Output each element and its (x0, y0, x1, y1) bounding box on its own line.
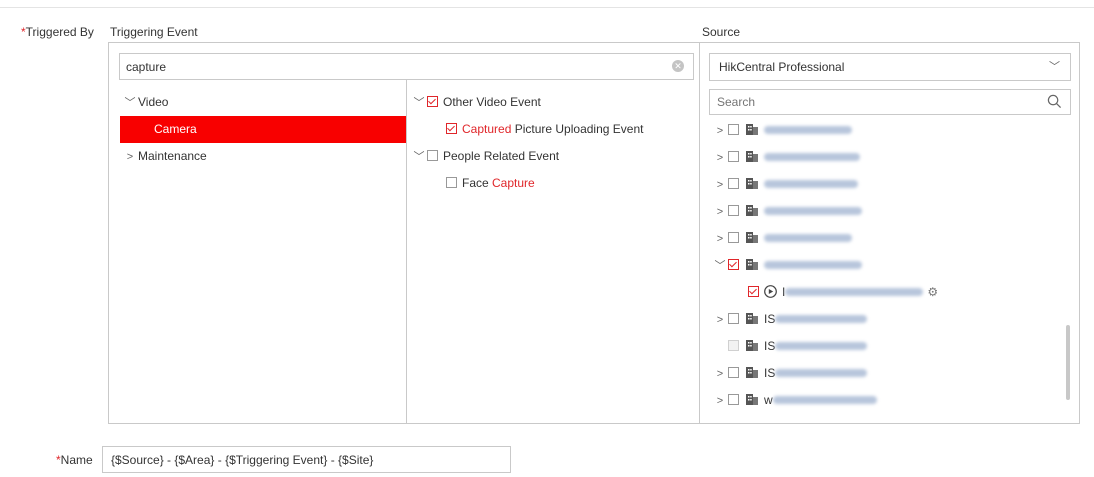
checkbox[interactable] (748, 286, 759, 298)
event-other-video[interactable]: ﹀ Other Video Event (411, 89, 541, 115)
redacted-text (764, 152, 860, 161)
redacted-text (764, 179, 858, 188)
source-item[interactable]: > w (712, 387, 877, 413)
checkbox[interactable] (728, 394, 739, 406)
category-video[interactable]: ﹀ Video (122, 89, 169, 116)
source-item[interactable]: > IS (712, 306, 868, 333)
checkbox[interactable] (728, 124, 739, 136)
clear-icon[interactable]: ✕ (672, 60, 684, 72)
gear-icon[interactable]: ⚙ (927, 285, 938, 299)
triggering-event-header: Triggering Event (110, 25, 198, 39)
chevron-down-icon[interactable]: ﹀ (122, 90, 138, 116)
name-input[interactable] (102, 446, 511, 473)
checkbox[interactable] (728, 259, 739, 271)
checkbox[interactable] (728, 367, 739, 379)
redacted-text (785, 287, 924, 296)
checkbox[interactable] (728, 178, 739, 190)
event-face-capture[interactable]: Face Capture (446, 170, 535, 196)
chevron-right-icon[interactable]: > (712, 118, 728, 144)
chevron-down-icon[interactable]: ﹀ (411, 144, 427, 170)
chevron-right-icon[interactable]: > (122, 144, 138, 170)
source-item-expanded[interactable]: ﹀ (712, 252, 862, 278)
building-icon (746, 259, 758, 271)
chevron-right-icon[interactable]: > (712, 388, 728, 414)
building-icon (746, 205, 758, 217)
source-item[interactable]: > (712, 144, 860, 170)
event-search-box: ✕ (119, 53, 694, 80)
event-captured-picture[interactable]: Captured Picture Uploading Event (446, 116, 643, 142)
chevron-down-icon[interactable]: ﹀ (411, 90, 427, 116)
building-icon (746, 367, 758, 379)
source-item-disabled: IS (712, 333, 868, 359)
source-search-input[interactable] (710, 90, 1037, 114)
redacted-text (772, 395, 877, 404)
checkbox (728, 340, 739, 352)
source-header: Source (702, 25, 741, 39)
building-icon (746, 313, 758, 325)
building-icon (746, 394, 758, 406)
redacted-text (775, 341, 868, 350)
category-camera[interactable]: Camera (120, 116, 406, 143)
building-icon (746, 124, 758, 136)
chevron-right-icon[interactable]: > (712, 199, 728, 225)
source-item[interactable]: > IS (712, 360, 868, 387)
chevron-down-icon: ﹀ (1049, 61, 1060, 73)
building-icon (746, 178, 758, 190)
category-maintenance[interactable]: > Maintenance (122, 143, 207, 169)
chevron-right-icon[interactable]: > (712, 307, 728, 333)
redacted-text (764, 206, 862, 215)
chevron-right-icon[interactable]: > (712, 172, 728, 198)
site-dropdown[interactable]: HikCentral Professional ﹀ (709, 53, 1071, 81)
event-search-input[interactable] (120, 54, 646, 79)
source-item[interactable]: > (712, 117, 852, 143)
source-camera-item[interactable]: I ⚙ (748, 279, 938, 305)
checkbox[interactable] (728, 313, 739, 325)
event-people-related[interactable]: ﹀ People Related Event (411, 143, 560, 170)
checkbox[interactable] (427, 96, 438, 108)
camera-icon (764, 284, 777, 298)
checkbox[interactable] (427, 150, 438, 162)
chevron-right-icon[interactable]: > (712, 361, 728, 387)
source-scrollbar[interactable] (1066, 325, 1070, 400)
checkbox[interactable] (728, 151, 739, 163)
triggered-by-label: *Triggered By (21, 25, 94, 39)
checkbox[interactable] (728, 205, 739, 217)
redacted-text (764, 260, 862, 269)
redacted-text (764, 233, 852, 242)
chevron-right-icon[interactable]: > (712, 145, 728, 171)
source-search-box (709, 89, 1071, 115)
name-label: *Name (56, 453, 93, 467)
search-icon[interactable] (1047, 94, 1062, 109)
triggering-event-panel (108, 42, 700, 424)
column-divider (406, 80, 407, 424)
top-divider (0, 7, 1094, 8)
checkbox[interactable] (728, 232, 739, 244)
chevron-down-icon[interactable]: ﹀ (712, 253, 728, 279)
checkbox[interactable] (446, 123, 457, 135)
building-icon (746, 151, 758, 163)
redacted-text (775, 314, 868, 323)
chevron-right-icon[interactable]: > (712, 226, 728, 252)
building-icon (746, 340, 758, 352)
source-item[interactable]: > (712, 198, 862, 224)
checkbox[interactable] (446, 177, 457, 189)
source-item[interactable]: > (712, 225, 852, 251)
redacted-text (775, 368, 868, 377)
source-item[interactable]: > (712, 171, 858, 197)
building-icon (746, 232, 758, 244)
redacted-text (764, 125, 852, 134)
